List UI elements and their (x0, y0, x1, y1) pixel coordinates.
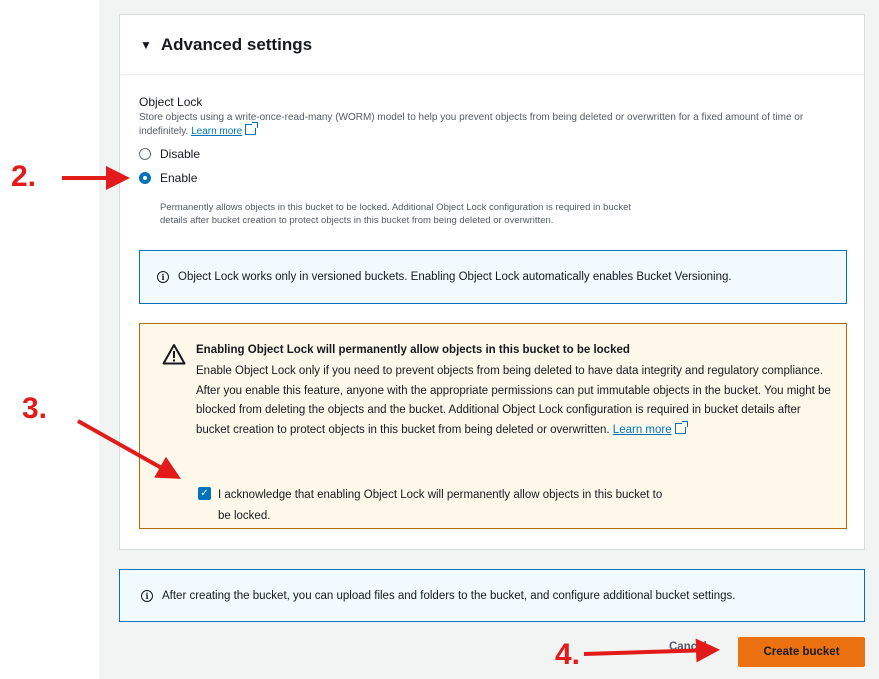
warning-learn-more-link[interactable]: Learn more (613, 424, 672, 436)
warning-body: Enable Object Lock only if you need to p… (196, 362, 836, 440)
advanced-settings-panel: ▼ Advanced settings Object Lock Store ob… (119, 14, 865, 550)
cancel-button[interactable]: Cancel (669, 641, 707, 653)
warning-icon (162, 344, 186, 365)
radio-enable-circle[interactable] (139, 172, 151, 184)
learn-more-link[interactable]: Learn more (191, 126, 242, 137)
external-link-icon (674, 420, 688, 434)
object-lock-description: Store objects using a write-once-read-ma… (139, 111, 839, 138)
radio-enable-label: Enable (160, 171, 198, 185)
bucket-creation-info-text: After creating the bucket, you can uploa… (162, 589, 736, 602)
radio-enable[interactable]: Enable (139, 171, 197, 185)
acknowledge-label[interactable]: I acknowledge that enabling Object Lock … (218, 485, 678, 527)
bucket-creation-info-box: i After creating the bucket, you can upl… (119, 569, 865, 622)
panel-title: Advanced settings (160, 34, 313, 54)
versioning-info-text: Object Lock works only in versioned buck… (178, 271, 732, 283)
radio-disable[interactable]: Disable (139, 147, 200, 161)
create-bucket-button[interactable]: Create bucket (738, 637, 865, 667)
annotation-step-3: 3. (22, 392, 48, 425)
warning-body-text: Enable Object Lock only if you need to p… (196, 365, 831, 436)
info-icon: i (157, 271, 169, 283)
radio-disable-label: Disable (160, 147, 201, 161)
object-lock-warning: Enabling Object Lock will permanently al… (139, 323, 847, 529)
advanced-settings-header[interactable]: ▼ Advanced settings (120, 15, 864, 75)
object-lock-label: Object Lock (139, 95, 203, 109)
radio-disable-circle[interactable] (139, 148, 151, 160)
warning-title: Enabling Object Lock will permanently al… (196, 344, 630, 356)
info-icon: i (141, 589, 153, 602)
annotation-step-4: 4. (555, 638, 581, 671)
acknowledge-checkbox[interactable]: ✓ (198, 487, 211, 500)
external-link-icon (245, 122, 259, 135)
enable-description: Permanently allows objects in this bucke… (160, 202, 632, 226)
annotation-step-2: 2. (11, 160, 37, 193)
caret-down-icon[interactable]: ▼ (140, 38, 152, 52)
versioning-info-box: i Object Lock works only in versioned bu… (139, 250, 847, 304)
